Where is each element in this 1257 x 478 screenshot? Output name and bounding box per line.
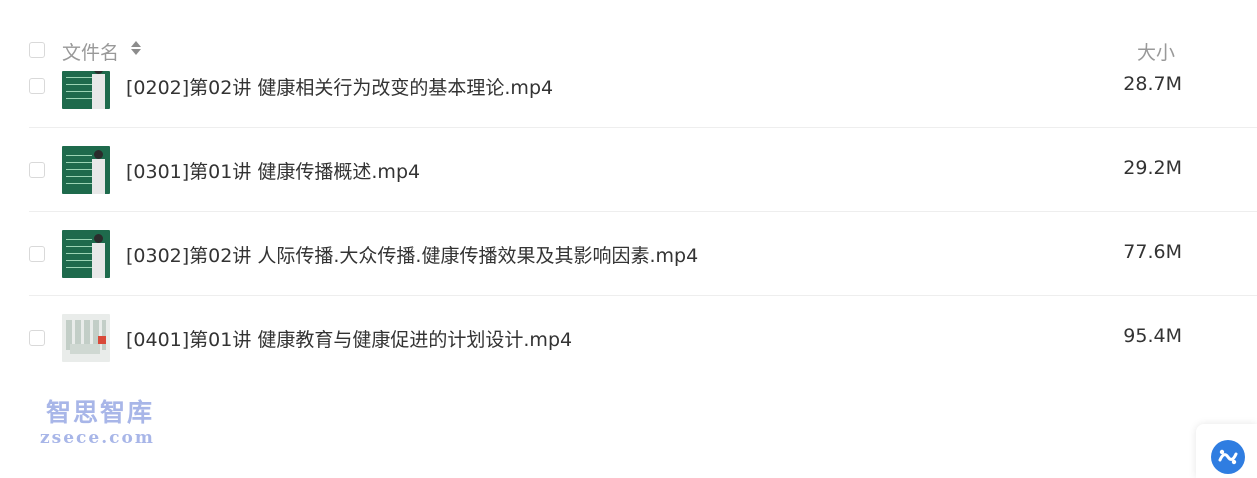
file-row[interactable]: [0401]第01讲 健康教育与健康促进的计划设计.mp4 95.4M [0, 296, 1257, 380]
file-row[interactable]: [0301]第01讲 健康传播概述.mp4 29.2M [0, 128, 1257, 212]
file-size: 28.7M [1123, 73, 1182, 95]
file-name[interactable]: [0401]第01讲 健康教育与健康促进的计划设计.mp4 [126, 325, 572, 352]
file-list-page: 文件名 大小 [0202]第02讲 健康相关行为改变的基本理论.mp4 28.7… [0, 0, 1257, 478]
file-name[interactable]: [0302]第02讲 人际传播.大众传播.健康传播效果及其影响因素.mp4 [126, 241, 698, 268]
file-size: 95.4M [1123, 325, 1182, 347]
watermark: 智思智库 zsece.com [40, 398, 180, 448]
thumbnail-marker [98, 336, 106, 344]
thumbnail-document-block [70, 344, 100, 354]
assistant-button[interactable] [1196, 424, 1257, 478]
video-thumbnail[interactable] [62, 146, 110, 194]
thumbnail-lecturer-body [92, 159, 105, 194]
watermark-chinese: 智思智库 [46, 398, 155, 427]
file-size: 29.2M [1123, 157, 1182, 179]
thumbnail-lecturer-body [92, 243, 105, 278]
assistant-icon [1218, 449, 1238, 465]
video-thumbnail[interactable] [62, 71, 110, 109]
video-thumbnail[interactable] [62, 230, 110, 278]
thumbnail-lecturer [92, 71, 105, 109]
thumbnail-board [66, 152, 92, 188]
thumbnail-board [66, 71, 92, 103]
file-checkbox[interactable] [29, 78, 45, 94]
file-name[interactable]: [0301]第01讲 健康传播概述.mp4 [126, 157, 420, 184]
file-name[interactable]: [0202]第02讲 健康相关行为改变的基本理论.mp4 [126, 73, 553, 100]
file-row[interactable]: [0302]第02讲 人际传播.大众传播.健康传播效果及其影响因素.mp4 77… [0, 212, 1257, 296]
file-checkbox[interactable] [29, 246, 45, 262]
watermark-domain: zsece.com [40, 428, 155, 448]
thumbnail-board [66, 236, 92, 272]
file-size: 77.6M [1123, 241, 1182, 263]
thumbnail-lecturer-body [92, 74, 105, 109]
video-thumbnail[interactable] [62, 314, 110, 362]
thumbnail-lecturer [92, 234, 105, 278]
thumbnail-lecturer-head [94, 234, 103, 243]
thumbnail-lecturer-head [94, 150, 103, 159]
file-checkbox[interactable] [29, 162, 45, 178]
file-row[interactable]: [0202]第02讲 健康相关行为改变的基本理论.mp4 28.7M [0, 44, 1257, 128]
file-checkbox[interactable] [29, 330, 45, 346]
thumbnail-lecturer [92, 150, 105, 194]
